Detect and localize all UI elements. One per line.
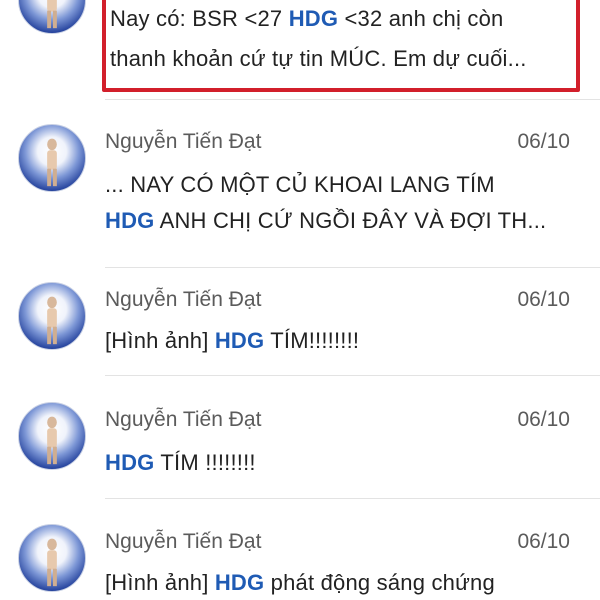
- message-date: 06/10: [517, 288, 570, 311]
- divider: [105, 99, 600, 100]
- avatar: [18, 282, 86, 350]
- user-avatar-icon: [47, 416, 57, 465]
- user-avatar-icon: [47, 296, 57, 345]
- message-date: 06/10: [517, 130, 570, 153]
- avatar: [18, 0, 86, 34]
- sender-name: Nguyễn Tiến Đạt: [105, 288, 262, 311]
- user-avatar-icon: [47, 138, 57, 187]
- conversation-item[interactable]: Nguyễn Tiến Đạt 06/10 ... NAY CÓ MỘT CỦ …: [0, 99, 600, 268]
- sender-name: Nguyễn Tiến Đạt: [105, 408, 262, 431]
- conversation-item[interactable]: Nay có: BSR <27 HDG <32 anh chị còn than…: [0, 0, 600, 100]
- message-preview-line-2: HDG ANH CHỊ CỨ NGỒI ĐÂY VÀ ĐỢI TH...: [105, 208, 547, 233]
- conversation-item[interactable]: Nguyễn Tiến Đạt 06/10 [Hình ảnh] HDG phá…: [0, 488, 600, 600]
- message-preview-line-1: HDG TÍM !!!!!!!!: [105, 450, 256, 475]
- conversation-item[interactable]: Nguyễn Tiến Đạt 06/10 [Hình ảnh] HDG TÍM…: [0, 267, 600, 376]
- user-avatar-icon: [47, 538, 57, 587]
- message-preview-line-1: [Hình ảnh] HDG TÍM!!!!!!!!: [105, 328, 360, 353]
- avatar: [18, 402, 86, 470]
- avatar: [18, 124, 86, 192]
- keyword: HDG: [105, 208, 155, 233]
- keyword: HDG: [214, 328, 265, 353]
- message-preview-line-1: [Hình ảnh] HDG phát động sáng chứng: [105, 570, 495, 595]
- user-avatar-icon: [47, 0, 57, 29]
- message-preview-line-1: ... NAY CÓ MỘT CỦ KHOAI LANG TÍM: [105, 172, 495, 197]
- keyword: HDG: [105, 450, 155, 475]
- sender-name: Nguyễn Tiến Đạt: [105, 130, 262, 153]
- conversation-item[interactable]: Nguyễn Tiến Đạt 06/10 HDG TÍM !!!!!!!!: [0, 375, 600, 488]
- avatar: [18, 524, 86, 592]
- message-date: 06/10: [517, 530, 570, 553]
- sender-name: Nguyễn Tiến Đạt: [105, 530, 262, 553]
- keyword: HDG: [288, 6, 339, 31]
- message-preview-line-2: thanh khoản cứ tự tin MÚC. Em dự cuối...: [110, 46, 527, 71]
- divider: [105, 375, 600, 376]
- keyword: HDG: [214, 570, 265, 595]
- search-results-list: Nay có: BSR <27 HDG <32 anh chị còn than…: [0, 0, 600, 600]
- message-date: 06/10: [517, 408, 570, 431]
- message-preview-line-1: Nay có: BSR <27 HDG <32 anh chị còn: [110, 6, 504, 31]
- divider: [105, 267, 600, 268]
- divider: [105, 498, 600, 499]
